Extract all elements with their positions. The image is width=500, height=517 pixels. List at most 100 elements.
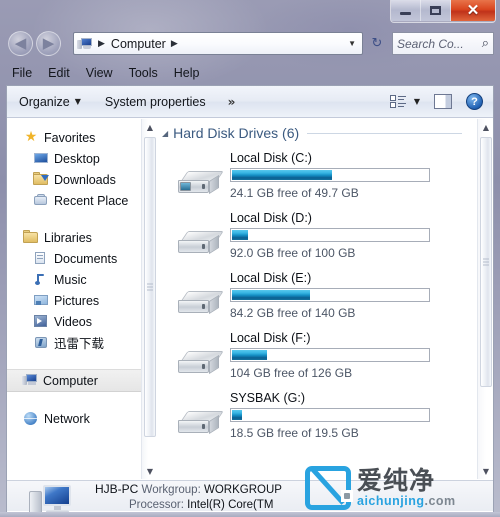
watermark-cn: 爱纯净 bbox=[357, 466, 436, 495]
address-dropdown-icon[interactable]: ▼ bbox=[348, 39, 362, 48]
pictures-icon bbox=[33, 293, 49, 308]
scrollbar-thumb[interactable] bbox=[480, 137, 492, 387]
menu-tools[interactable]: Tools bbox=[129, 66, 158, 80]
network-icon bbox=[23, 411, 39, 426]
star-icon: ★ bbox=[24, 129, 38, 145]
back-button[interactable]: ◀ bbox=[8, 31, 33, 56]
sidebar-item-pictures[interactable]: Pictures bbox=[7, 290, 141, 311]
drive-free-space: 84.2 GB free of 140 GB bbox=[230, 306, 356, 320]
sidebar-item-desktop[interactable]: Desktop bbox=[7, 148, 141, 169]
scroll-up-icon[interactable]: ▲ bbox=[479, 119, 493, 135]
forward-button[interactable]: ▶ bbox=[36, 31, 61, 56]
title-bar: ✕ bbox=[0, 0, 500, 26]
sidebar-label-pictures: Pictures bbox=[54, 293, 100, 308]
workgroup-label: Workgroup: bbox=[141, 484, 201, 496]
sidebar-item-computer[interactable]: Computer bbox=[7, 369, 141, 392]
sidebar-group-network: Network bbox=[7, 408, 141, 429]
collapse-triangle-icon[interactable]: ◢ bbox=[162, 129, 168, 138]
client-area: Organize ▼ System properties » ▼ ? ★ Fav… bbox=[6, 85, 494, 512]
close-icon: ✕ bbox=[466, 2, 480, 19]
breadcrumb-separator-2[interactable]: ▶ bbox=[168, 38, 182, 49]
hard-drive-icon bbox=[176, 169, 224, 199]
help-icon[interactable]: ? bbox=[466, 93, 483, 110]
watermark-text: 爱纯净 aichunjing.com bbox=[357, 467, 456, 509]
sidebar-item-favorites[interactable]: ★ Favorites bbox=[7, 127, 141, 148]
drive-name: Local Disk (D:) bbox=[230, 211, 312, 225]
music-icon bbox=[33, 272, 49, 287]
command-bar: Organize ▼ System properties » ▼ ? bbox=[7, 86, 493, 118]
sidebar-item-libraries[interactable]: Libraries bbox=[7, 227, 141, 248]
scrollbar-grip bbox=[483, 258, 489, 266]
breadcrumb-computer[interactable]: Computer bbox=[109, 37, 168, 51]
drive-name: SYSBAK (G:) bbox=[230, 391, 306, 405]
help-label: ? bbox=[471, 95, 478, 108]
maximize-icon bbox=[430, 6, 441, 15]
search-input[interactable]: Search Co... bbox=[397, 37, 482, 51]
drive-name: Local Disk (E:) bbox=[230, 271, 312, 285]
sidebar-item-recent-places[interactable]: Recent Place bbox=[7, 190, 141, 211]
menu-help[interactable]: Help bbox=[174, 66, 200, 80]
menu-edit[interactable]: Edit bbox=[48, 66, 70, 80]
window-bottom-edge bbox=[0, 512, 500, 517]
organize-button[interactable]: Organize ▼ bbox=[19, 95, 81, 109]
toolbar-overflow-button[interactable]: » bbox=[228, 95, 236, 109]
menu-view[interactable]: View bbox=[86, 66, 113, 80]
watermark-domain: aichunjing bbox=[357, 494, 425, 508]
refresh-button[interactable]: ↻ bbox=[366, 33, 388, 54]
drive-item[interactable]: Local Disk (C:) 24.1 GB free of 49.7 GB bbox=[172, 151, 472, 211]
sidebar-item-music[interactable]: Music bbox=[7, 269, 141, 290]
sidebar-item-videos[interactable]: Videos bbox=[7, 311, 141, 332]
downloads-icon bbox=[33, 172, 49, 187]
address-bar[interactable]: ▶ Computer ▶ ▼ bbox=[73, 32, 363, 55]
drive-item[interactable]: Local Disk (D:) 92.0 GB free of 100 GB bbox=[172, 211, 472, 271]
navigation-pane-scrollbar[interactable]: ▲ ▼ bbox=[141, 119, 157, 479]
search-icon: ⌕ bbox=[481, 36, 489, 51]
drive-item[interactable]: Local Disk (E:) 84.2 GB free of 140 GB bbox=[172, 271, 472, 331]
computer-icon bbox=[29, 483, 77, 512]
system-properties-button[interactable]: System properties bbox=[105, 95, 206, 109]
scroll-down-icon[interactable]: ▼ bbox=[143, 463, 157, 479]
back-arrow-icon: ◀ bbox=[14, 34, 27, 52]
drive-free-space: 104 GB free of 126 GB bbox=[230, 366, 353, 380]
sidebar-item-network[interactable]: Network bbox=[7, 408, 141, 429]
search-box[interactable]: Search Co... ⌕ bbox=[392, 32, 494, 55]
details-line-processor: Processor: Intel(R) Core(TM bbox=[95, 498, 282, 512]
drive-capacity-fill bbox=[232, 410, 242, 420]
close-button[interactable]: ✕ bbox=[451, 0, 495, 21]
minimize-icon bbox=[400, 12, 411, 15]
menu-file[interactable]: File bbox=[12, 66, 32, 80]
organize-label: Organize bbox=[19, 94, 70, 109]
scroll-up-icon[interactable]: ▲ bbox=[143, 119, 157, 135]
drive-item[interactable]: SYSBAK (G:) 18.5 GB free of 19.5 GB bbox=[172, 391, 472, 451]
sidebar-item-thunder-download[interactable]: 迅雷下载 bbox=[7, 332, 141, 353]
processor-label: Processor: bbox=[129, 499, 184, 511]
sidebar-item-downloads[interactable]: Downloads bbox=[7, 169, 141, 190]
drive-capacity-fill bbox=[232, 290, 311, 300]
drive-group-title: Hard Disk Drives (6) bbox=[173, 125, 300, 141]
drive-name: Local Disk (F:) bbox=[230, 331, 311, 345]
change-view-icon[interactable] bbox=[389, 94, 407, 109]
drive-capacity-bar bbox=[230, 288, 430, 302]
drive-group-header[interactable]: ◢ Hard Disk Drives (6) bbox=[162, 125, 462, 141]
drive-item[interactable]: Local Disk (F:) 104 GB free of 126 GB bbox=[172, 331, 472, 391]
drive-free-space: 18.5 GB free of 19.5 GB bbox=[230, 426, 359, 440]
hard-drive-icon bbox=[176, 289, 224, 319]
drive-capacity-bar bbox=[230, 168, 430, 182]
view-chevron-down-icon[interactable]: ▼ bbox=[414, 97, 420, 106]
watermark-en: aichunjing.com bbox=[357, 494, 456, 509]
hard-drive-icon bbox=[176, 409, 224, 439]
sidebar-item-documents[interactable]: Documents bbox=[7, 248, 141, 269]
computer-icon bbox=[77, 37, 93, 51]
overflow-chevrons-icon: » bbox=[227, 94, 236, 109]
content-pane-scrollbar[interactable]: ▲ ▼ bbox=[477, 119, 493, 479]
preview-pane-icon[interactable] bbox=[434, 94, 452, 109]
window-controls: ✕ bbox=[390, 0, 496, 23]
scrollbar-thumb[interactable] bbox=[144, 137, 156, 437]
system-properties-label: System properties bbox=[104, 94, 206, 109]
breadcrumb-separator-1[interactable]: ▶ bbox=[95, 38, 109, 49]
explorer-window: ✕ ◀ ▶ ▶ Computer ▶ ▼ ↻ Search Co... ⌕ Fi… bbox=[0, 0, 500, 517]
minimize-button[interactable] bbox=[391, 0, 421, 21]
drive-capacity-fill bbox=[232, 230, 248, 240]
maximize-button[interactable] bbox=[421, 0, 451, 21]
sidebar-label-libraries: Libraries bbox=[44, 230, 92, 245]
